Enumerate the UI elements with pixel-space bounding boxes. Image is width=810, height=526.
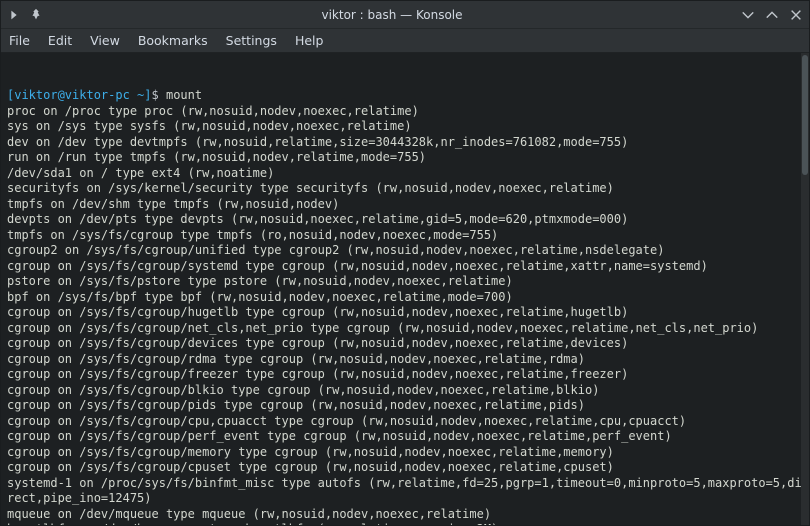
- prompt-line: [viktor@viktor-pc ~]$ mount: [7, 88, 803, 104]
- output-line: cgroup on /sys/fs/cgroup/freezer type cg…: [7, 367, 803, 383]
- scrollbar[interactable]: [801, 53, 809, 525]
- output-line: cgroup on /sys/fs/cgroup/hugetlb type cg…: [7, 305, 803, 321]
- output-line: cgroup on /sys/fs/cgroup/cpuset type cgr…: [7, 460, 803, 476]
- menu-help[interactable]: Help: [295, 33, 324, 48]
- maximize-button[interactable]: [765, 8, 779, 22]
- output-line: proc on /proc type proc (rw,nosuid,nodev…: [7, 104, 803, 120]
- output-line: cgroup2 on /sys/fs/cgroup/unified type c…: [7, 243, 803, 259]
- menubar: File Edit View Bookmarks Settings Help: [1, 29, 809, 53]
- minimize-button[interactable]: [741, 8, 755, 22]
- command-text: mount: [166, 88, 202, 102]
- output-line: /dev/sda1 on / type ext4 (rw,noatime): [7, 166, 803, 182]
- titlebar[interactable]: viktor : bash — Konsole: [1, 1, 809, 29]
- output-line: dev on /dev type devtmpfs (rw,nosuid,rel…: [7, 135, 803, 151]
- menu-settings[interactable]: Settings: [226, 33, 277, 48]
- window-title: viktor : bash — Konsole: [43, 8, 741, 22]
- output-line: cgroup on /sys/fs/cgroup/memory type cgr…: [7, 445, 803, 461]
- menu-view[interactable]: View: [90, 33, 120, 48]
- output-line: bpf on /sys/fs/bpf type bpf (rw,nosuid,n…: [7, 290, 803, 306]
- pin-icon[interactable]: [29, 8, 43, 22]
- terminal-viewport[interactable]: [viktor@viktor-pc ~]$ mountproc on /proc…: [1, 53, 809, 525]
- output-line: securityfs on /sys/kernel/security type …: [7, 181, 803, 197]
- app-menu-icon[interactable]: [7, 8, 21, 22]
- prompt-symbol: $: [152, 88, 159, 102]
- output-line: devpts on /dev/pts type devpts (rw,nosui…: [7, 212, 803, 228]
- output-line: cgroup on /sys/fs/cgroup/systemd type cg…: [7, 259, 803, 275]
- output-line: cgroup on /sys/fs/cgroup/rdma type cgrou…: [7, 352, 803, 368]
- output-line: mqueue on /dev/mqueue type mqueue (rw,no…: [7, 507, 803, 523]
- output-line: cgroup on /sys/fs/cgroup/blkio type cgro…: [7, 383, 803, 399]
- output-line: cgroup on /sys/fs/cgroup/cpu,cpuacct typ…: [7, 414, 803, 430]
- output-line: cgroup on /sys/fs/cgroup/devices type cg…: [7, 336, 803, 352]
- menu-edit[interactable]: Edit: [48, 33, 72, 48]
- menu-bookmarks[interactable]: Bookmarks: [138, 33, 208, 48]
- output-line: tmpfs on /dev/shm type tmpfs (rw,nosuid,…: [7, 197, 803, 213]
- output-line: sys on /sys type sysfs (rw,nosuid,nodev,…: [7, 119, 803, 135]
- close-button[interactable]: [789, 8, 803, 22]
- command-output: proc on /proc type proc (rw,nosuid,nodev…: [7, 104, 803, 526]
- titlebar-left-icons: [7, 8, 43, 22]
- output-line: hugetlbfs on /dev/hugepages type hugetlb…: [7, 522, 803, 525]
- menu-file[interactable]: File: [9, 33, 30, 48]
- output-line: cgroup on /sys/fs/cgroup/pids type cgrou…: [7, 398, 803, 414]
- prompt-user-host: [viktor@viktor-pc ~]: [7, 88, 152, 102]
- output-line: systemd-1 on /proc/sys/fs/binfmt_misc ty…: [7, 476, 803, 507]
- output-line: pstore on /sys/fs/pstore type pstore (rw…: [7, 274, 803, 290]
- output-line: run on /run type tmpfs (rw,nosuid,nodev,…: [7, 150, 803, 166]
- window-controls: [741, 8, 803, 22]
- output-line: cgroup on /sys/fs/cgroup/net_cls,net_pri…: [7, 321, 803, 337]
- output-line: tmpfs on /sys/fs/cgroup type tmpfs (ro,n…: [7, 228, 803, 244]
- output-line: cgroup on /sys/fs/cgroup/perf_event type…: [7, 429, 803, 445]
- scrollbar-thumb[interactable]: [802, 55, 808, 175]
- konsole-window: viktor : bash — Konsole File Edit View B…: [0, 0, 810, 526]
